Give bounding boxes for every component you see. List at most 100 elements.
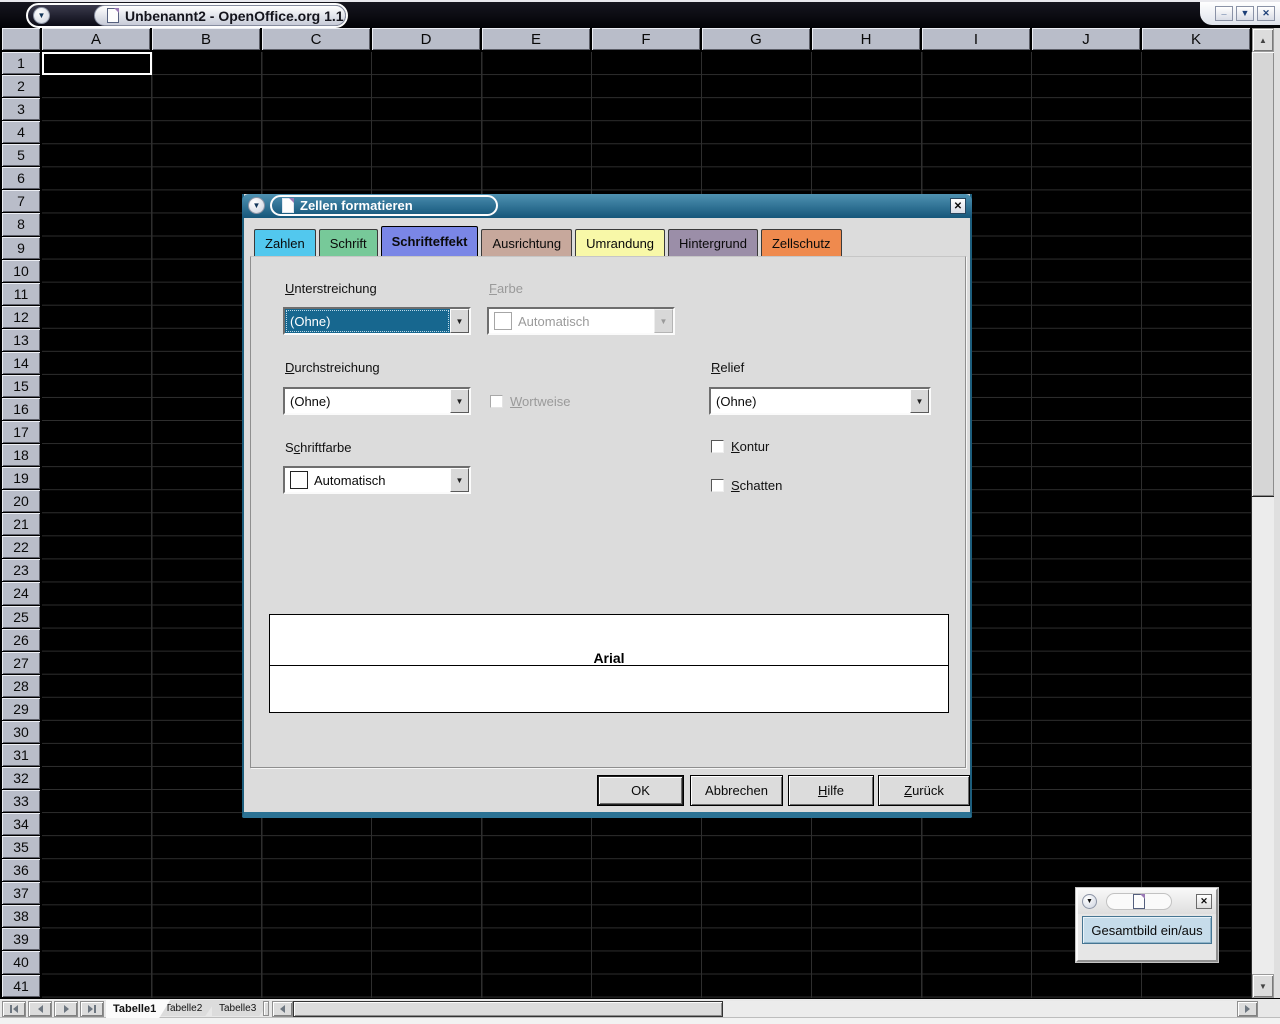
shadow-checkbox[interactable] [711,479,724,492]
row-header-39[interactable]: 39 [2,928,40,950]
row-header-13[interactable]: 13 [2,329,40,351]
sheet-tab-tabelle1[interactable]: Tabelle1 [106,1000,170,1018]
row-header-12[interactable]: 12 [2,306,40,328]
row-header-27[interactable]: 27 [2,652,40,674]
tool-window-close-button[interactable]: ✕ [1196,894,1212,909]
row-header-29[interactable]: 29 [2,698,40,720]
window-menu-button[interactable]: ▼ [33,7,50,24]
vertical-scrollbar-thumb[interactable] [1252,52,1274,497]
close-button[interactable]: ✕ [1257,6,1275,21]
row-header-25[interactable]: 25 [2,606,40,628]
tab-hintergrund[interactable]: Hintergrund [668,229,758,256]
column-header-F[interactable]: F [592,28,700,50]
row-header-31[interactable]: 31 [2,744,40,766]
row-header-30[interactable]: 30 [2,721,40,743]
row-header-36[interactable]: 36 [2,859,40,881]
dropdown-arrow-button[interactable]: ▼ [910,389,929,413]
dropdown-arrow-button[interactable]: ▼ [450,309,469,333]
row-header-10[interactable]: 10 [2,260,40,282]
cancel-button[interactable]: Abbrechen [690,775,783,806]
row-header-23[interactable]: 23 [2,559,40,581]
tab-schrifteffekt[interactable]: Schrifteffekt [381,226,479,256]
row-header-18[interactable]: 18 [2,444,40,466]
column-header-I[interactable]: I [922,28,1030,50]
row-header-35[interactable]: 35 [2,836,40,858]
row-header-41[interactable]: 41 [2,975,40,997]
row-header-20[interactable]: 20 [2,490,40,512]
column-header-A[interactable]: A [42,28,150,50]
tool-window-menu-button[interactable]: ▼ [1082,894,1097,909]
vertical-scrollbar[interactable]: ▲ ▼ [1252,28,1274,998]
row-header-24[interactable]: 24 [2,582,40,604]
previous-sheet-button[interactable] [28,1001,52,1017]
row-header-22[interactable]: 22 [2,536,40,558]
tab-umrandung[interactable]: Umrandung [575,229,665,256]
row-header-14[interactable]: 14 [2,352,40,374]
first-sheet-button[interactable] [2,1001,26,1017]
row-header-37[interactable]: 37 [2,882,40,904]
minimize-button[interactable]: _ [1215,6,1233,21]
scroll-left-button[interactable] [272,1001,293,1017]
relief-dropdown[interactable]: (Ohne) ▼ [709,387,931,415]
tool-window-titlebar[interactable]: ▼ ✕ [1078,890,1216,914]
scroll-down-button[interactable]: ▼ [1252,974,1274,998]
row-header-32[interactable]: 32 [2,767,40,789]
dropdown-arrow-button[interactable]: ▼ [450,389,469,413]
dropdown-arrow-button[interactable]: ▼ [450,468,469,492]
back-button[interactable]: Zurück [878,775,970,806]
tab-zahlen[interactable]: Zahlen [254,229,316,256]
row-header-38[interactable]: 38 [2,905,40,927]
column-header-B[interactable]: B [152,28,260,50]
window-titlebar[interactable]: ▼ Unbenannt2 - OpenOffice.org 1.1 _ ▼ ✕ [0,0,1280,28]
row-header-6[interactable]: 6 [2,167,40,189]
row-header-2[interactable]: 2 [2,75,40,97]
column-header-H[interactable]: H [812,28,920,50]
ok-button[interactable]: OK [597,775,684,806]
column-header-D[interactable]: D [372,28,480,50]
tab-ausrichtung[interactable]: Ausrichtung [481,229,572,256]
row-header-11[interactable]: 11 [2,283,40,305]
outline-checkbox-row[interactable]: Kontur [711,439,769,454]
row-header-7[interactable]: 7 [2,190,40,212]
row-header-19[interactable]: 19 [2,467,40,489]
column-header-K[interactable]: K [1142,28,1250,50]
horizontal-scrollbar-thumb[interactable] [293,1001,723,1017]
row-header-16[interactable]: 16 [2,398,40,420]
column-header-J[interactable]: J [1032,28,1140,50]
row-header-33[interactable]: 33 [2,790,40,812]
font-color-dropdown[interactable]: Automatisch ▼ [283,466,471,494]
scrollbar-splitter[interactable] [263,1001,269,1016]
underline-dropdown[interactable]: (Ohne) ▼ [283,307,471,335]
row-header-17[interactable]: 17 [2,421,40,443]
help-button[interactable]: Hilfe [788,775,874,806]
dialog-titlebar[interactable]: ▼ Zellen formatieren ✕ [242,194,972,218]
row-header-1[interactable]: 1 [2,52,40,74]
dialog-menu-button[interactable]: ▼ [248,197,265,214]
column-header-C[interactable]: C [262,28,370,50]
row-header-8[interactable]: 8 [2,213,40,235]
row-header-3[interactable]: 3 [2,98,40,120]
outline-checkbox[interactable] [711,440,724,453]
row-header-34[interactable]: 34 [2,813,40,835]
row-header-4[interactable]: 4 [2,121,40,143]
dialog-close-button[interactable]: ✕ [950,198,966,214]
row-header-9[interactable]: 9 [2,237,40,259]
scroll-up-button[interactable]: ▲ [1252,28,1274,52]
row-header-26[interactable]: 26 [2,629,40,651]
select-all-corner[interactable] [2,28,40,50]
scroll-right-button[interactable] [1237,1001,1258,1017]
row-header-28[interactable]: 28 [2,675,40,697]
row-header-5[interactable]: 5 [2,144,40,166]
shadow-checkbox-row[interactable]: Schatten [711,478,782,493]
tab-zellschutz[interactable]: Zellschutz [761,229,842,256]
next-sheet-button[interactable] [54,1001,78,1017]
maximize-button[interactable]: ▼ [1236,6,1254,21]
strikethrough-dropdown[interactable]: (Ohne) ▼ [283,387,471,415]
sheet-tab-tabelle3[interactable]: Tabelle3 [212,1000,270,1016]
last-sheet-button[interactable] [80,1001,104,1017]
column-header-G[interactable]: G [702,28,810,50]
gesamtbild-toggle-button[interactable]: Gesamtbild ein/aus [1082,916,1212,944]
row-header-21[interactable]: 21 [2,513,40,535]
tab-schrift[interactable]: Schrift [319,229,378,256]
row-header-15[interactable]: 15 [2,375,40,397]
